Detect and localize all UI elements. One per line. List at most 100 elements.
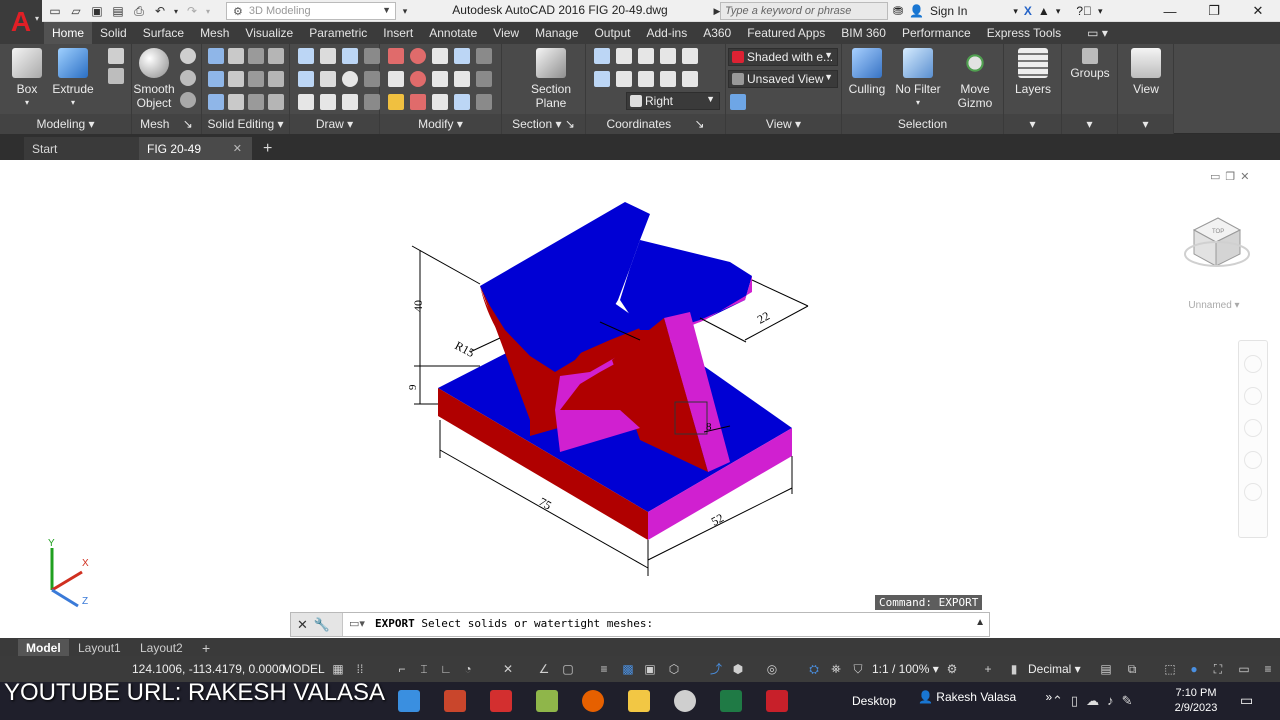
pen-icon[interactable]: ✎ (1122, 693, 1133, 709)
solid-subtract-icon[interactable] (228, 48, 244, 64)
powerpoint-icon[interactable] (444, 690, 466, 712)
mesh-smooth-more-icon[interactable] (180, 48, 196, 64)
layout-tab-layout1[interactable]: Layout1 (70, 639, 129, 656)
tab-visualize[interactable]: Visualize (237, 22, 301, 44)
annotation-monitor-icon[interactable]: + (980, 661, 996, 677)
tab-manage[interactable]: Manage (527, 22, 586, 44)
auto-scale-icon[interactable]: ⛯ (828, 661, 844, 677)
drawing-viewport[interactable]: 40 R15 9 22 8 75 52 Y X Z ▭ ❐ ✕ TOP Unna… (2, 160, 1278, 638)
minimize-button[interactable]: — (1148, 0, 1192, 22)
save-as-icon[interactable]: ▤ (109, 2, 127, 20)
tab-a360[interactable]: A360 (695, 22, 739, 44)
tab-performance[interactable]: Performance (894, 22, 979, 44)
ucs-3point-icon[interactable] (616, 71, 632, 87)
help-dropdown-icon[interactable]: ▾ (1098, 6, 1103, 17)
help-icon[interactable]: ?⃝ (1076, 4, 1092, 18)
panel-section-label[interactable]: Section ▾ ↘ (502, 114, 585, 134)
volume-icon[interactable]: ♪ (1107, 693, 1114, 709)
panel-selection-label[interactable]: Selection (842, 114, 1003, 134)
snap-icon[interactable]: ⁞⁞ (352, 661, 368, 677)
selection-filter-icon[interactable]: ⬢ (730, 661, 746, 677)
extract-edges-icon[interactable] (268, 71, 284, 87)
taskbar-desktop-label[interactable]: Desktop (852, 694, 896, 708)
polygon-icon[interactable] (298, 94, 314, 110)
ribbon-minimize-icon[interactable]: ▭ ▾ (1079, 22, 1116, 44)
rotate-3d-icon[interactable] (410, 48, 426, 64)
app-icon[interactable] (674, 690, 696, 712)
dynamic-input-icon[interactable]: ⌶ (416, 661, 432, 677)
tab-insert[interactable]: Insert (375, 22, 421, 44)
no-filter-button[interactable]: No Filter ▾ (892, 48, 944, 110)
gizmo-icon[interactable]: ◎ (764, 661, 780, 677)
ucs-face-icon[interactable] (638, 71, 654, 87)
panel-groups-expand[interactable]: ▾ (1062, 114, 1117, 134)
stay-connected-dropdown-icon[interactable]: ▾ (1056, 6, 1061, 17)
workspace-switching-icon[interactable]: ⚙ (944, 661, 960, 677)
solid-misc-icon[interactable] (268, 94, 284, 110)
infer-constraints-icon[interactable]: ⌐ (394, 661, 410, 677)
draw-more2-icon[interactable] (364, 71, 380, 87)
customize-wrench-icon[interactable]: 🔧 (314, 617, 330, 633)
status-menu-icon[interactable]: ≡ (1260, 661, 1276, 677)
panel-view-big-expand[interactable]: ▾ (1118, 114, 1173, 134)
file-tab-start[interactable]: Start (24, 137, 139, 160)
ucs-object-icon[interactable] (660, 71, 676, 87)
battery-icon[interactable]: ▯ (1071, 693, 1078, 709)
file-explorer-icon[interactable] (628, 690, 650, 712)
taskbar-user[interactable]: 👤 Rakesh Valasa » (918, 690, 1052, 704)
mirror-icon[interactable] (432, 71, 448, 87)
selection-cycling-icon[interactable]: ▣ (642, 661, 658, 677)
trim-icon[interactable] (388, 48, 404, 64)
firefox-icon[interactable] (582, 690, 604, 712)
annotation-scale-value[interactable]: 1:1 / 100% ▾ (872, 662, 939, 676)
solid-intersect-icon[interactable] (208, 71, 224, 87)
mesh-smooth-less-icon[interactable] (180, 70, 196, 86)
taskbar-app-icon[interactable] (398, 690, 420, 712)
tab-output[interactable]: Output (586, 22, 638, 44)
fillet-edge-icon[interactable] (228, 94, 244, 110)
panel-layers-expand[interactable]: ▾ (1004, 114, 1061, 134)
panel-modeling-label[interactable]: Modeling ▾ (0, 114, 131, 134)
region-icon[interactable] (342, 94, 358, 110)
isolate-objects-icon[interactable]: ⬚ (1162, 661, 1178, 677)
tab-solid[interactable]: Solid (92, 22, 135, 44)
object-snap-tracking-icon[interactable]: ∠ (536, 661, 552, 677)
ucs-view-icon[interactable] (682, 71, 698, 87)
close-command-line-icon[interactable]: ✕ (297, 617, 308, 633)
presspull-icon[interactable] (108, 48, 124, 64)
draw-more3-icon[interactable] (364, 94, 380, 110)
view-button[interactable]: View (1121, 48, 1171, 96)
redo-dropdown-icon[interactable]: ▾ (204, 2, 212, 20)
zoom-extents-icon[interactable] (1244, 419, 1262, 437)
tab-view[interactable]: View (485, 22, 527, 44)
pan-icon[interactable] (1244, 387, 1262, 405)
ucs-world-icon[interactable] (616, 48, 632, 64)
scale-icon[interactable] (410, 94, 426, 110)
lineweight-icon[interactable]: ≡ (596, 661, 612, 677)
solid-union-icon[interactable] (208, 48, 224, 64)
arc-icon[interactable] (342, 48, 358, 64)
network-icon[interactable]: ☁ (1086, 693, 1099, 709)
panel-view-label[interactable]: View ▾ (726, 114, 841, 134)
open-folder-icon[interactable]: ▱ (67, 2, 85, 20)
ortho-icon[interactable]: ∟ (438, 661, 454, 677)
tab-express-tools[interactable]: Express Tools (979, 22, 1069, 44)
tab-add-ins[interactable]: Add-ins (639, 22, 696, 44)
pdf-reader-icon[interactable] (490, 690, 512, 712)
fillet-icon[interactable] (388, 71, 404, 87)
box-button[interactable]: Box ▾ (2, 48, 52, 110)
mesh-refine-icon[interactable] (180, 92, 196, 108)
undo-icon[interactable]: ↶ (151, 2, 169, 20)
command-line[interactable]: ✕ 🔧 ▭▾ EXPORT Select solids or watertigh… (290, 612, 990, 637)
command-history-up-icon[interactable]: ▲ (975, 617, 985, 628)
stretch-icon[interactable] (432, 94, 448, 110)
notification-icon[interactable]: ▭ (1240, 692, 1253, 709)
modify-more2-icon[interactable] (476, 71, 492, 87)
save-icon[interactable]: ▣ (88, 2, 106, 20)
layers-button[interactable]: Layers (1008, 48, 1058, 96)
layout-tab-model[interactable]: Model (18, 639, 69, 656)
units-value[interactable]: Decimal ▾ (1028, 662, 1081, 676)
polar-tracking-icon[interactable]: ◔ (460, 661, 476, 677)
ucs-icon[interactable] (594, 48, 610, 64)
tab-surface[interactable]: Surface (135, 22, 192, 44)
